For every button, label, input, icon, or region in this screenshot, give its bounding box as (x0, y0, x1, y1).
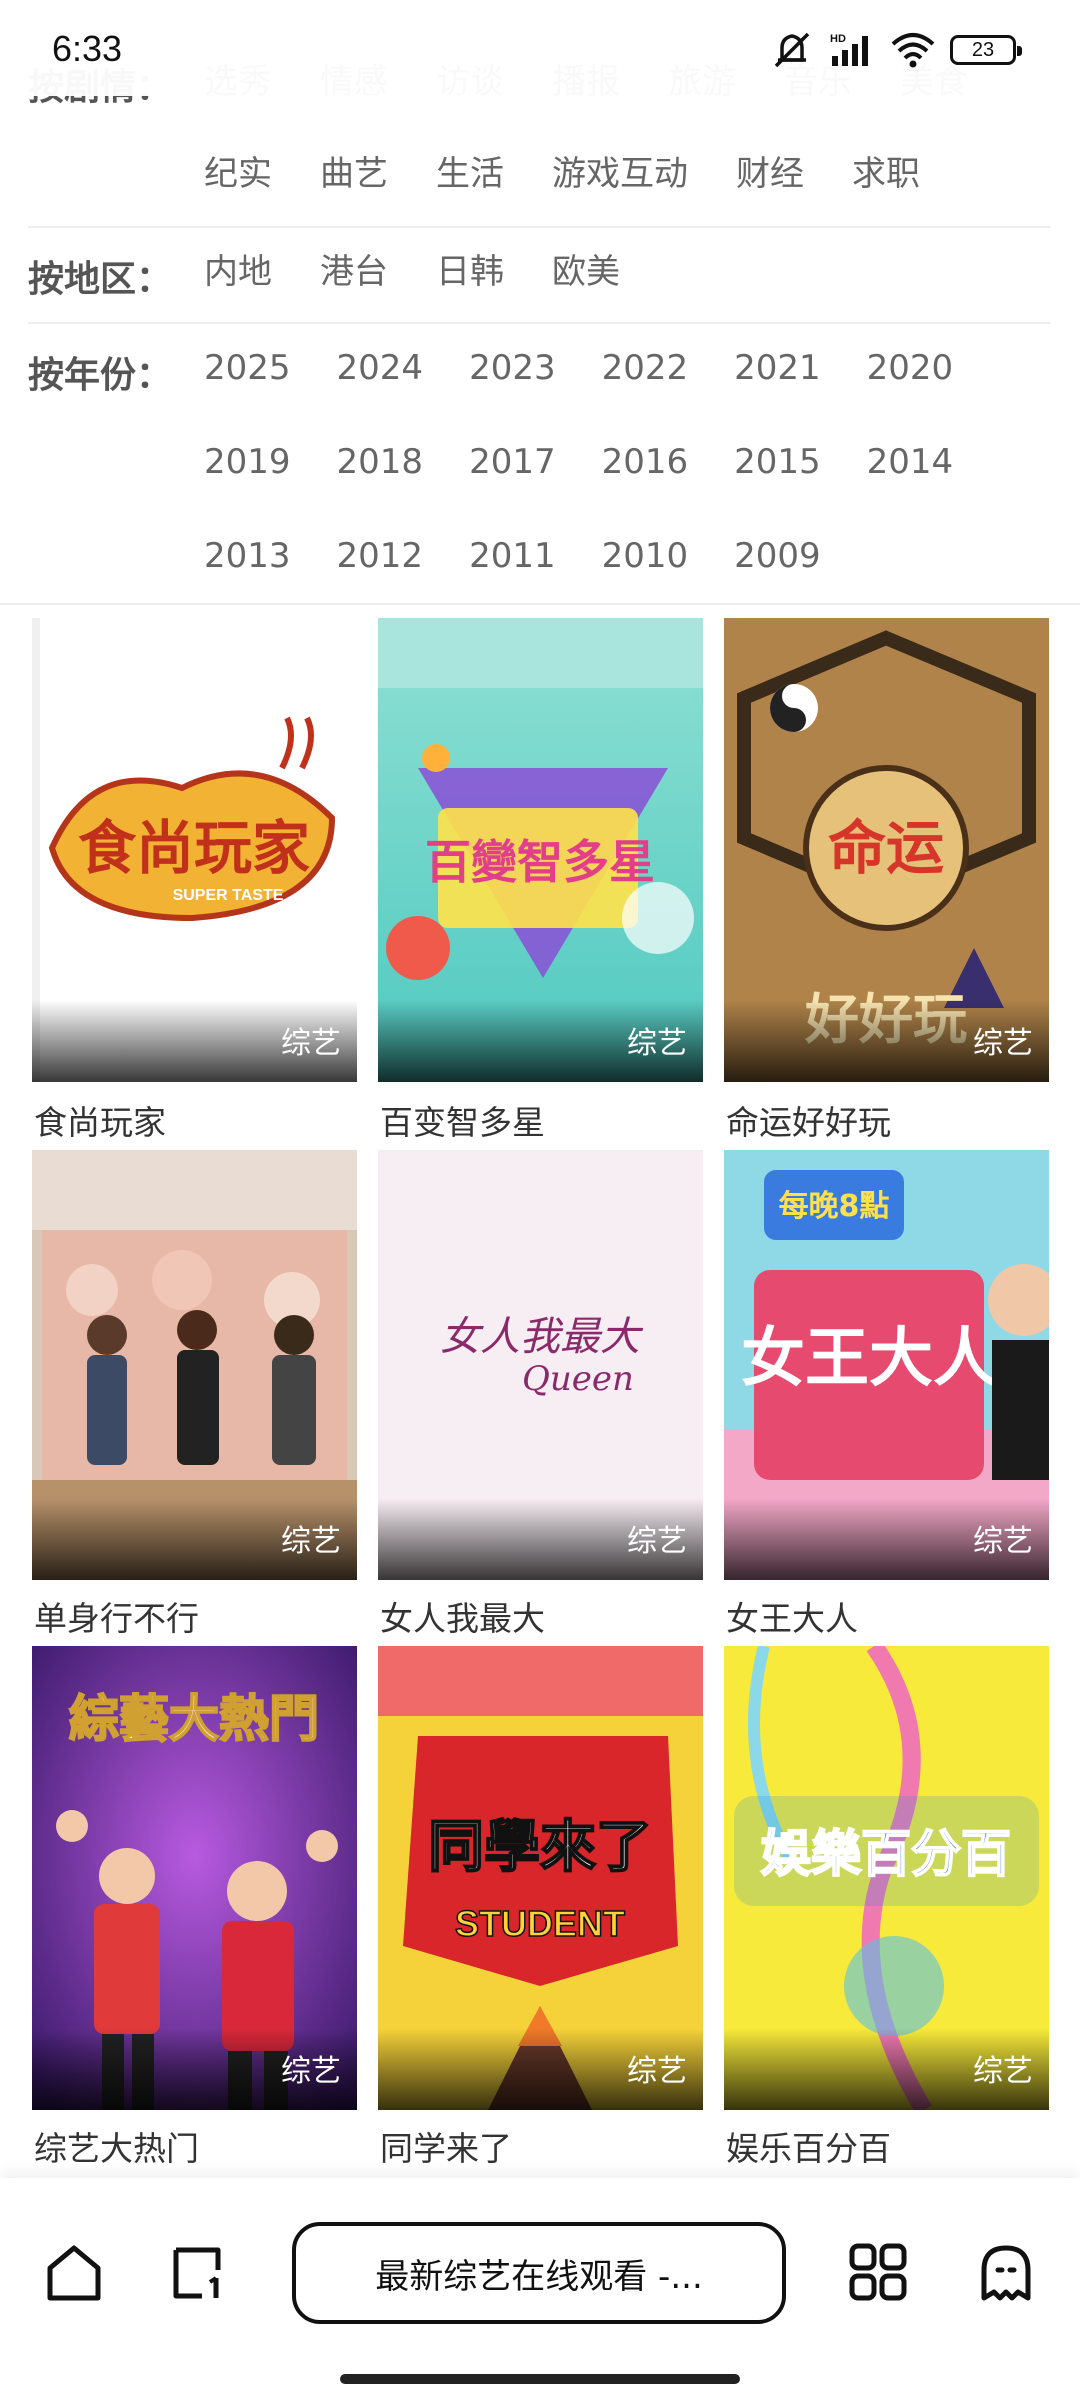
filter-item-year[interactable]: 2010 (602, 536, 689, 576)
tabs-button[interactable] (160, 2234, 240, 2314)
filter-item-year[interactable]: 2015 (734, 442, 821, 482)
filter-item-year[interactable]: 2025 (204, 348, 291, 388)
poster-title-text: 綜藝大熱門 (69, 1690, 319, 1748)
show-title[interactable]: 命运好好玩 (726, 1096, 891, 1144)
filter-item-year[interactable]: 2021 (734, 348, 821, 388)
poster-subtitle-text: SUPER TASTE (173, 887, 284, 904)
address-bar-text: 最新综艺在线观看 -... (375, 2256, 703, 2297)
grid-icon (846, 2240, 910, 2308)
filter-item-plot[interactable]: 游戏互动 (552, 154, 688, 194)
gesture-home-indicator[interactable] (340, 2374, 740, 2384)
status-bar: 6:33 HD 23 (0, 0, 1080, 96)
poster-subtitle-text: Queen (522, 1359, 634, 1399)
show-title[interactable]: 同学来了 (380, 2122, 512, 2170)
show-title[interactable]: 食尚玩家 (34, 1096, 166, 1144)
show-poster[interactable]: 食尚玩家 SUPER TASTE 综艺 (32, 618, 357, 1082)
filter-item-year[interactable]: 2020 (867, 348, 954, 388)
poster-title-text: 命运 (828, 814, 944, 882)
battery-indicator: 23 (950, 35, 1022, 65)
filter-item-region[interactable]: 欧美 (552, 252, 620, 292)
apps-button[interactable] (838, 2234, 918, 2314)
ghost-icon (974, 2240, 1038, 2308)
filter-item-year[interactable]: 2018 (337, 442, 424, 482)
filter-item-region[interactable]: 内地 (204, 252, 272, 292)
filter-item-year[interactable]: 2013 (204, 536, 291, 576)
show-poster[interactable]: 綜藝大熱門 综艺 (32, 1646, 357, 2110)
signal-icon: HD (828, 30, 876, 70)
filter-item-plot[interactable]: 生活 (436, 154, 504, 194)
category-tag: 综艺 (973, 2054, 1033, 2089)
filter-item-year[interactable]: 2009 (734, 536, 821, 576)
status-icons: HD 23 (770, 30, 1022, 70)
category-tag: 综艺 (627, 2054, 687, 2089)
category-tag: 综艺 (281, 1524, 341, 1559)
filter-item-year[interactable]: 2023 (469, 348, 556, 388)
filter-item-region[interactable]: 日韩 (436, 252, 504, 292)
show-title[interactable]: 单身行不行 (34, 1592, 199, 1640)
show-poster[interactable]: 百變智多星 综艺 (378, 618, 703, 1082)
home-button[interactable] (34, 2234, 114, 2314)
filter-item-region[interactable]: 港台 (320, 252, 388, 292)
row-divider (28, 226, 1050, 228)
filter-label-region: 按地区： (28, 259, 173, 300)
poster-subtitle-text: STUDENT (455, 1903, 625, 1944)
address-bar[interactable]: 最新综艺在线观看 -... (292, 2222, 786, 2324)
filter-item-plot[interactable]: 纪实 (204, 154, 272, 194)
filter-item-plot[interactable]: 曲艺 (320, 154, 388, 194)
show-title[interactable]: 百变智多星 (380, 1096, 545, 1144)
show-poster[interactable]: 同學來了 STUDENT 综艺 (378, 1646, 703, 2110)
status-time: 6:33 (52, 28, 123, 69)
show-poster[interactable]: 每晚8點 女王大人 综艺 (724, 1150, 1049, 1580)
category-tag: 综艺 (281, 1026, 341, 1061)
category-tag: 综艺 (973, 1026, 1033, 1061)
show-title[interactable]: 女人我最大 (380, 1592, 545, 1640)
network-label: HD (830, 33, 846, 45)
category-tag: 综艺 (627, 1524, 687, 1559)
category-tag: 综艺 (281, 2054, 341, 2089)
poster-title-text: 女人我最大 (440, 1314, 644, 1360)
show-poster[interactable]: 娛樂百分百 综艺 (724, 1646, 1049, 2110)
filter-label-year: 按年份： (28, 355, 173, 396)
filter-item-year[interactable]: 2014 (867, 442, 954, 482)
poster-title-text: 女王大人 (741, 1322, 997, 1396)
show-title[interactable]: 综艺大热门 (34, 2122, 199, 2170)
poster-title-text: 娛樂百分百 (761, 1825, 1011, 1883)
filter-item-plot[interactable]: 求职 (852, 154, 920, 194)
filter-item-year[interactable]: 2019 (204, 442, 291, 482)
filter-item-plot[interactable]: 财经 (736, 154, 804, 194)
filter-item-year[interactable]: 2017 (469, 442, 556, 482)
filter-item-year[interactable]: 2016 (602, 442, 689, 482)
poster-title-text: 同學來了 (428, 1815, 652, 1880)
filter-item-year[interactable]: 2024 (337, 348, 424, 388)
category-tag: 综艺 (627, 1026, 687, 1061)
filter-item-year[interactable]: 2012 (337, 536, 424, 576)
show-poster[interactable]: 命运 好好玩 综艺 (724, 618, 1049, 1082)
wifi-icon (890, 30, 936, 70)
tabs-icon (168, 2240, 232, 2308)
poster-subtitle-text: 每晚8點 (779, 1189, 890, 1224)
show-title[interactable]: 娱乐百分百 (726, 2122, 891, 2170)
filter-item-year[interactable]: 2011 (469, 536, 556, 576)
poster-title-text: 百變智多星 (425, 835, 655, 889)
poster-title-text: 食尚玩家 (78, 814, 310, 882)
filter-item-year[interactable]: 2022 (602, 348, 689, 388)
show-title[interactable]: 女王大人 (726, 1592, 858, 1640)
incognito-button[interactable] (966, 2234, 1046, 2314)
category-tag: 综艺 (973, 1524, 1033, 1559)
home-icon (42, 2240, 106, 2308)
show-poster[interactable]: 综艺 (32, 1150, 357, 1580)
row-divider (28, 322, 1050, 324)
show-poster[interactable]: 女人我最大 Queen 综艺 (378, 1150, 703, 1580)
mute-icon (770, 30, 814, 70)
